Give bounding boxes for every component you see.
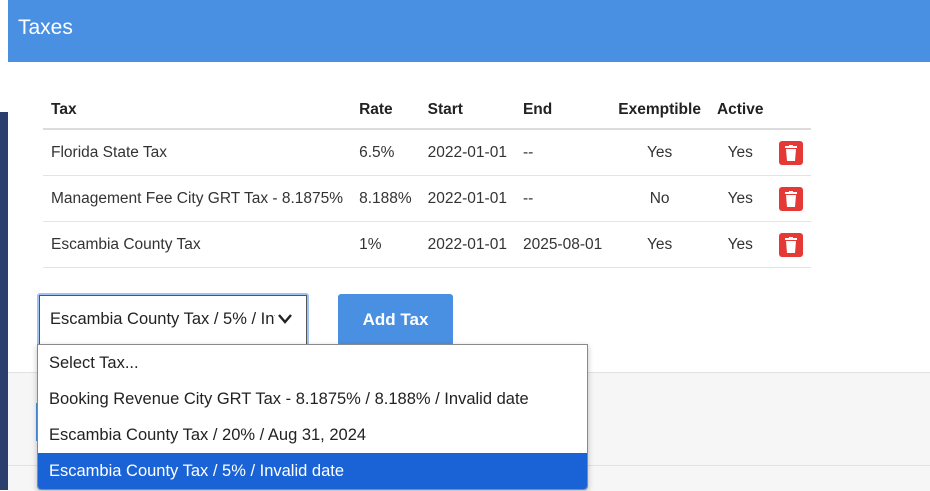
- rate-cell: 8.188%: [351, 175, 420, 222]
- dropdown-option[interactable]: Select Tax...: [38, 345, 587, 381]
- tax-name-cell: Management Fee City GRT Tax - 8.1875%: [43, 175, 352, 222]
- end-date-cell: --: [514, 129, 611, 176]
- dropdown-option[interactable]: Booking Revenue City GRT Tax - 8.1875% /…: [38, 381, 587, 417]
- trash-icon: [785, 236, 798, 253]
- delete-tax-button[interactable]: [779, 140, 804, 165]
- tax-name-cell: Escambia County Tax: [43, 221, 352, 268]
- start-date-cell: 2022-01-01: [419, 175, 515, 222]
- active-cell: Yes: [708, 129, 772, 176]
- taxes-table: Tax Rate Start End Exemptible Active Flo…: [43, 92, 812, 268]
- rate-cell: 1%: [351, 221, 420, 268]
- column-header-active: Active: [708, 92, 772, 130]
- active-cell: Yes: [708, 175, 772, 222]
- tax-select-dropdown: Select Tax... Booking Revenue City GRT T…: [37, 344, 588, 490]
- chevron-down-icon: [278, 314, 292, 324]
- dropdown-option[interactable]: Escambia County Tax / 20% / Aug 31, 2024: [38, 417, 587, 453]
- rate-cell: 6.5%: [351, 129, 420, 176]
- exemptible-cell: No: [610, 175, 709, 222]
- column-header-rate: Rate: [351, 92, 420, 130]
- column-header-exemptible: Exemptible: [610, 92, 709, 130]
- actions-cell: [771, 129, 812, 176]
- tax-select[interactable]: Escambia County Tax / 5% / Invalid date: [37, 293, 309, 347]
- column-header-actions: [771, 92, 812, 130]
- panel-title: Taxes: [18, 16, 73, 39]
- exemptible-cell: Yes: [610, 221, 709, 268]
- active-cell: Yes: [708, 221, 772, 268]
- trash-icon: [785, 144, 798, 161]
- dropdown-option-selected[interactable]: Escambia County Tax / 5% / Invalid date: [38, 453, 587, 489]
- tax-select-value: Escambia County Tax / 5% / Invalid date: [50, 310, 275, 328]
- exemptible-cell: Yes: [610, 129, 709, 176]
- trash-icon: [785, 190, 798, 207]
- column-header-tax: Tax: [43, 92, 352, 130]
- delete-tax-button[interactable]: [779, 186, 804, 211]
- delete-tax-button[interactable]: [779, 232, 804, 257]
- table-row: Escambia County Tax 1% 2022-01-01 2025-0…: [43, 221, 812, 268]
- table-row: Management Fee City GRT Tax - 8.1875% 8.…: [43, 175, 812, 222]
- add-tax-button[interactable]: Add Tax: [338, 294, 453, 346]
- table-row: Florida State Tax 6.5% 2022-01-01 -- Yes…: [43, 129, 812, 176]
- panel-header: Taxes: [8, 0, 930, 62]
- end-date-cell: --: [514, 175, 611, 222]
- actions-cell: [771, 221, 812, 268]
- column-header-start: Start: [419, 92, 515, 130]
- table-header-row: Tax Rate Start End Exemptible Active: [43, 92, 812, 130]
- column-header-end: End: [514, 92, 611, 130]
- end-date-cell: 2025-08-01: [514, 221, 611, 268]
- actions-cell: [771, 175, 812, 222]
- start-date-cell: 2022-01-01: [419, 129, 515, 176]
- tax-name-cell: Florida State Tax: [43, 129, 352, 176]
- start-date-cell: 2022-01-01: [419, 221, 515, 268]
